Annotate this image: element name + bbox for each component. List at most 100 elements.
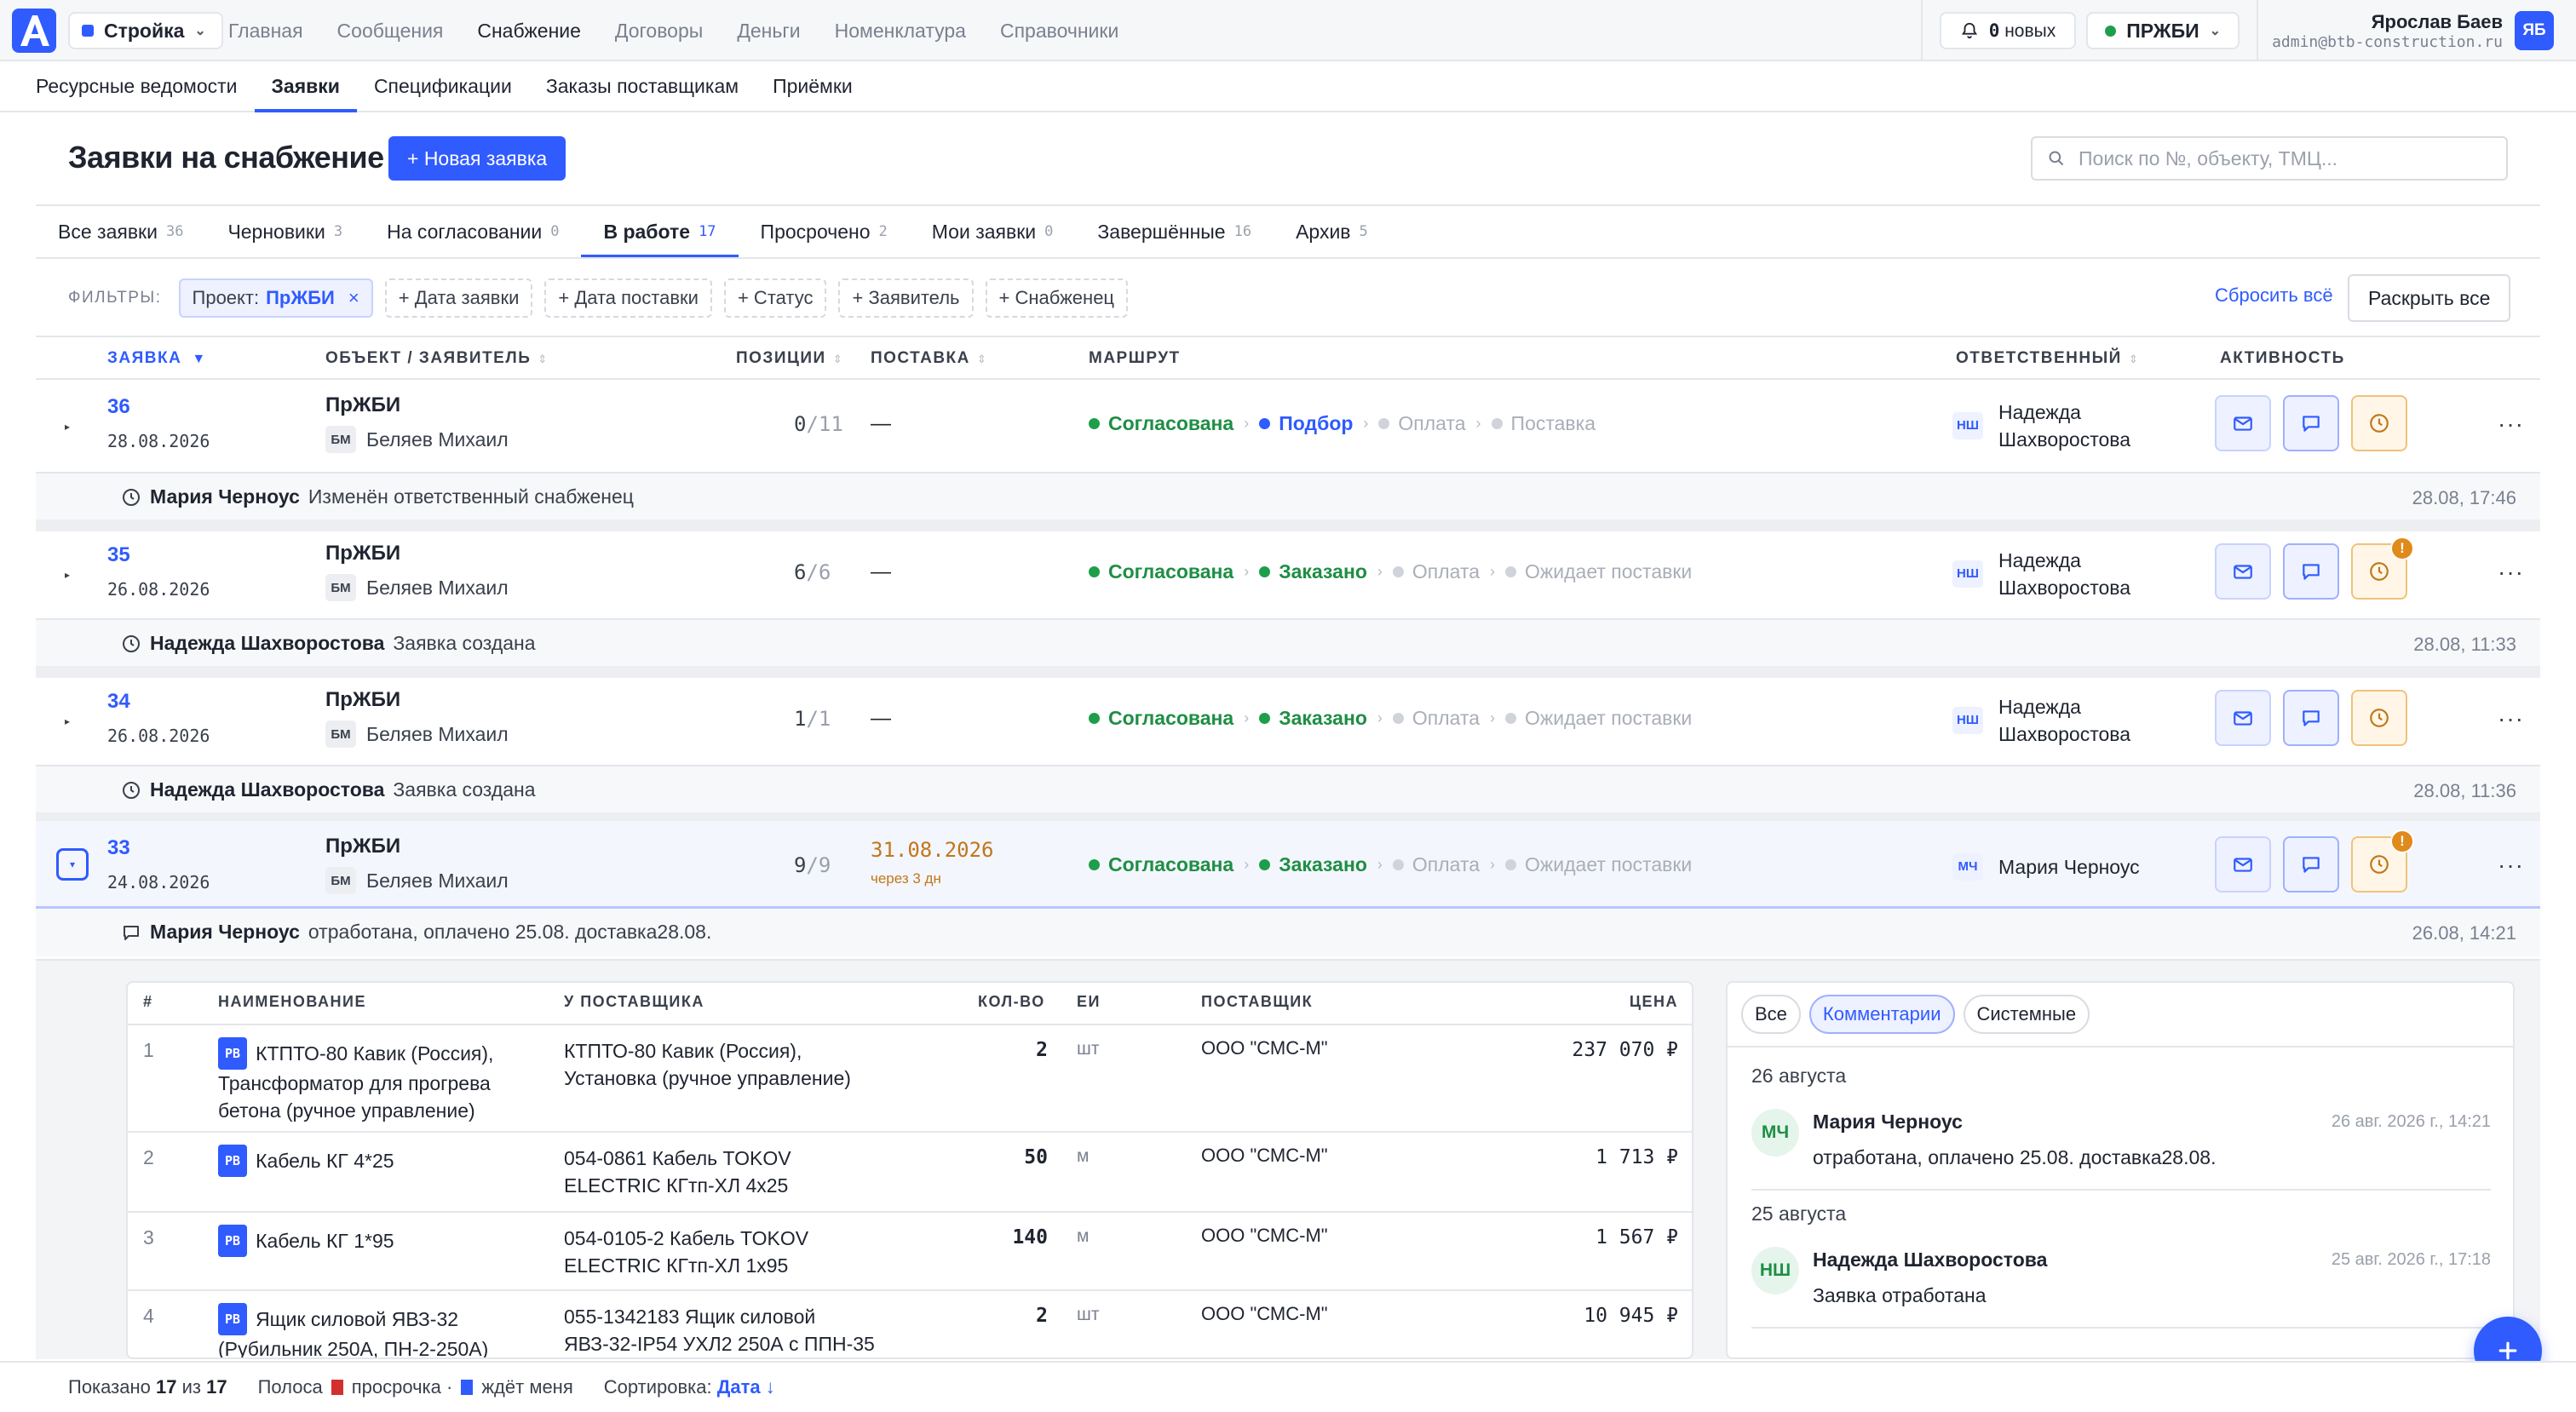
nav-item-references[interactable]: Справочники [1000, 20, 1118, 43]
activity-author: Мария Черноус [150, 921, 300, 943]
table-row[interactable]: ▸ 36 28.08.2026 ПрЖБИ БМ Беляев Михаил 0/… [36, 380, 2540, 472]
positions-done: 1 [794, 707, 807, 731]
comment-text: Заявка отработана [1813, 1284, 1987, 1306]
column-header-delivery[interactable]: ПОСТАВКА ⇕ [871, 349, 987, 368]
more-icon[interactable]: ··· [2498, 852, 2524, 879]
item-name-cell: РВ Кабель КГ 1*95 [218, 1225, 542, 1257]
tab-all[interactable]: Все заявки 36 [36, 206, 205, 257]
subnav-specifications[interactable]: Спецификации [357, 61, 529, 111]
tab-label: Все заявки [58, 220, 158, 243]
chat-icon[interactable] [2283, 395, 2339, 451]
filter-add-status[interactable]: + Статус [723, 278, 827, 318]
clock-icon[interactable] [2351, 395, 2407, 451]
delivery-date: — [871, 412, 891, 435]
subnav-resource-sheets[interactable]: Ресурсные ведомости [36, 61, 255, 111]
column-header-responsible[interactable]: ОТВЕТСТВЕННЫЙ ⇕ [1956, 349, 2139, 368]
nav-item-home[interactable]: Главная [228, 20, 303, 43]
mail-icon[interactable] [2215, 690, 2271, 746]
mail-icon[interactable] [2215, 395, 2271, 451]
item-name: Ящик силовой ЯВЗ-32 (Рубильник 250А, ПН-… [218, 1308, 489, 1359]
expand-row-icon[interactable]: ▸ [65, 421, 70, 433]
tab-archive[interactable]: Архив 5 [1274, 206, 1390, 257]
project-selector[interactable]: Стройка ⌄ [68, 12, 223, 49]
collapse-row-icon[interactable]: ▾ [56, 848, 89, 881]
nav-item-supply[interactable]: Снабжение [477, 20, 581, 43]
comment-tab-all[interactable]: Все [1741, 995, 1801, 1034]
clock-icon[interactable]: ! [2351, 829, 2414, 893]
subnav-requests[interactable]: Заявки [254, 61, 358, 112]
user-info[interactable]: Ярослав Баев admin@btb-construction.ru [2272, 11, 2503, 51]
filter-add-delivery-date[interactable]: + Дата поставки [544, 278, 712, 318]
new-request-button[interactable]: + Новая заявка [388, 136, 566, 181]
clock-icon[interactable]: ! [2351, 537, 2414, 600]
sort-control[interactable]: Сортировка: Дата ↓ [604, 1376, 775, 1398]
column-header-object[interactable]: ОБЪЕКТ / ЗАЯВИТЕЛЬ ⇕ [325, 349, 549, 368]
mail-icon[interactable] [2215, 543, 2271, 600]
request-number[interactable]: 33 [107, 836, 130, 860]
search-input[interactable] [2079, 146, 2487, 170]
tab-in-progress[interactable]: В работе 17 [581, 206, 739, 257]
expand-row-icon[interactable]: ▸ [65, 569, 70, 581]
page-title: Заявки на снабжение [68, 140, 384, 175]
avatar[interactable]: ЯБ [2515, 11, 2554, 50]
filter-add-request-date[interactable]: + Дата заявки [384, 278, 533, 318]
route-step-label: Подбор [1279, 412, 1354, 434]
subnav-receipts[interactable]: Приёмки [756, 61, 870, 111]
search-icon [2049, 151, 2064, 166]
column-header-request[interactable]: ЗАЯВКА ▼ [107, 349, 207, 368]
nav-item-contracts[interactable]: Договоры [615, 20, 703, 43]
close-icon[interactable]: × [348, 287, 359, 309]
filter-chip-project[interactable]: Проект: ПрЖБИ × [178, 278, 373, 318]
table-row-selected[interactable]: ▾ 33 24.08.2026 ПрЖБИ БМ Беляев Михаил 9/… [36, 821, 2540, 913]
table-row[interactable]: ▸ 35 26.08.2026 ПрЖБИ БМ Беляев Михаил 6/… [36, 528, 2540, 620]
comment-tab-comments[interactable]: Комментарии [1808, 995, 1955, 1034]
tab-label: Завершённые [1097, 220, 1226, 243]
route-step-approved: Согласована [1089, 707, 1233, 730]
filter-add-applicant[interactable]: + Заявитель [838, 278, 974, 318]
item-row[interactable]: 1 РВ КТПТО-80 Кавик (Россия), Трансформат… [128, 1025, 1692, 1133]
chat-icon[interactable] [2283, 543, 2339, 600]
org-selector[interactable]: ПРЖБИ ⌄ [2086, 12, 2240, 49]
tab-overdue[interactable]: Просрочено 2 [739, 206, 910, 257]
item-row[interactable]: 4 РВ Ящик силовой ЯВЗ-32 (Рубильник 250А,… [128, 1291, 1692, 1359]
app-logo-icon[interactable] [12, 9, 56, 53]
tab-completed[interactable]: Завершённые 16 [1075, 206, 1274, 257]
tab-drafts[interactable]: Черновики 3 [205, 206, 365, 257]
activity-author: Мария Черноус [150, 485, 300, 508]
notifications-button[interactable]: 0 новых [1939, 12, 2077, 49]
request-number[interactable]: 34 [107, 690, 130, 714]
search-box[interactable] [2031, 136, 2508, 181]
nav-item-money[interactable]: Деньги [737, 20, 800, 43]
table-row[interactable]: ▸ 34 26.08.2026 ПрЖБИ БМ Беляев Михаил 1/… [36, 674, 2540, 766]
clock-icon[interactable] [2351, 690, 2407, 746]
nav-item-messages[interactable]: Сообщения [337, 20, 444, 43]
item-row[interactable]: 2 РВ Кабель КГ 4*25 054-0861 Кабель TOKOV… [128, 1133, 1692, 1213]
subnav-supplier-orders[interactable]: Заказы поставщикам [529, 61, 756, 111]
comment-tab-system[interactable]: Системные [1963, 995, 2090, 1034]
mail-icon[interactable] [2215, 836, 2271, 893]
request-number[interactable]: 35 [107, 543, 130, 567]
reset-filters-link[interactable]: Сбросить всё [2215, 284, 2333, 307]
delivery-date: 31.08.2026 [871, 838, 994, 862]
avatar: МЧ [1952, 853, 1983, 881]
more-icon[interactable]: ··· [2498, 559, 2524, 586]
filter-add-supplier[interactable]: + Снабженец [985, 278, 1129, 318]
chevron-right-icon: › [1475, 415, 1481, 432]
route-step-label: Оплата [1412, 853, 1481, 875]
more-icon[interactable]: ··· [2498, 410, 2524, 438]
chat-icon[interactable] [2283, 836, 2339, 893]
tab-my[interactable]: Мои заявки 0 [910, 206, 1076, 257]
chevron-right-icon: › [1244, 709, 1250, 726]
route-step-selection: Подбор [1259, 412, 1353, 435]
tab-approval[interactable]: На согласовании 0 [365, 206, 581, 257]
request-number[interactable]: 36 [107, 395, 130, 419]
nav-item-nomenclature[interactable]: Номенклатура [835, 20, 966, 43]
expand-row-icon[interactable]: ▸ [65, 715, 70, 727]
expand-all-button[interactable]: Раскрыть все [2348, 274, 2511, 322]
more-icon[interactable]: ··· [2498, 705, 2524, 732]
column-header-positions[interactable]: ПОЗИЦИИ ⇕ [736, 349, 843, 368]
chat-icon[interactable] [2283, 690, 2339, 746]
object-name: ПрЖБИ [325, 688, 401, 711]
item-row[interactable]: 3 РВ Кабель КГ 1*95 054-0105-2 Кабель TOK… [128, 1213, 1692, 1291]
sort-value[interactable]: Дата ↓ [717, 1376, 775, 1398]
